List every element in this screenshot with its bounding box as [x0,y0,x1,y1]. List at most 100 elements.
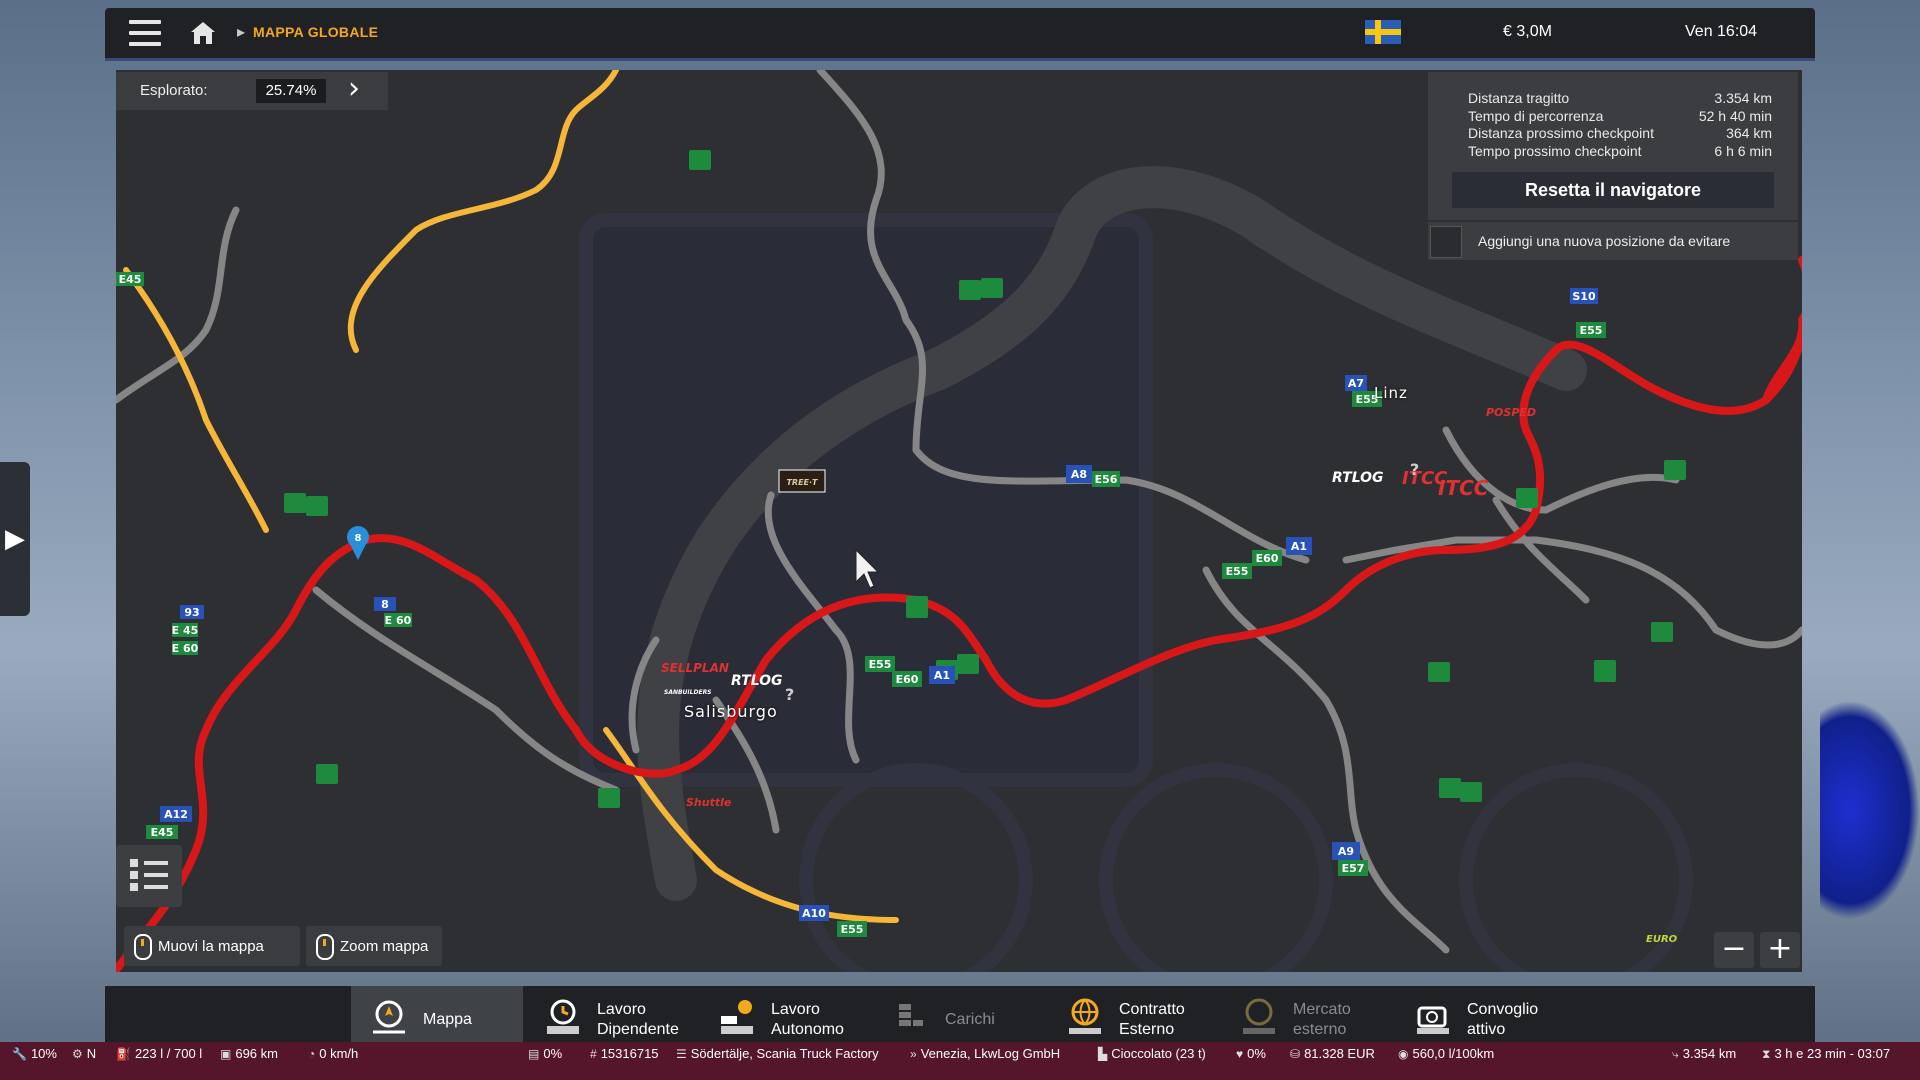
avoid-position-checkbox[interactable] [1430,226,1462,258]
factory-icon: ☰ [676,1047,687,1061]
road-sign-label: E55 [869,658,892,671]
menu-icon[interactable] [129,20,161,46]
explored-progress: Esplorato: 25.74% › [116,72,388,110]
tab-label: Lavoro Autonomo [771,1001,844,1038]
mouse-icon [134,934,152,960]
tab-external-market[interactable]: Mercato esterno [1221,986,1393,1042]
road-sign-label: A8 [1071,468,1087,481]
road-sign-label: E56 [1095,473,1118,486]
tab-employee-job[interactable]: Lavoro Dipendente [525,986,697,1042]
tab-cargo[interactable]: Carichi [873,986,1045,1042]
reset-navigator-button[interactable]: Resetta il navigatore [1452,172,1774,208]
mouse-icon [316,934,334,960]
tab-external-contract[interactable]: Contratto Esterno [1047,986,1219,1042]
background-truck [1820,700,1920,920]
tab-map[interactable]: Mappa [351,986,523,1042]
tab-freelance-job[interactable]: Lavoro Autonomo [699,986,871,1042]
heading: ⚙ N [72,1046,97,1061]
avoid-position-row[interactable]: Aggiungi una nuova posizione da evitare [1428,222,1798,260]
route-row: Distanza prossimo checkpoint 364 km [1468,125,1772,141]
company-logo-tree: TREE·T [786,478,818,487]
zoom-out-button[interactable]: − [1714,932,1754,968]
home-icon[interactable] [189,20,217,46]
double-chevron-icon: » [910,1047,917,1061]
road-sign-label: 93 [184,606,199,619]
wrench-icon: 🔧 [12,1047,27,1061]
route-row-value: 52 h 40 min [1698,108,1772,124]
route-row-value: 6 h 6 min [1714,143,1772,159]
route-row: Distanza tragitto 3.354 km [1468,90,1772,106]
road-sign-label: E60 [1256,552,1279,565]
world-map[interactable]: E45 93 E 45 E 60 A12 E45 8 E 60 A8 E56 E… [116,70,1802,972]
income: ⛁ 81.328 EUR [1290,1046,1375,1061]
zoom-map-hint-label: Zoom mappa [340,938,429,955]
route-row: Tempo di percorrenza 52 h 40 min [1468,108,1772,124]
road-sign-label: A1 [1291,540,1307,553]
truck-damage: 🔧 10% [12,1046,57,1061]
route-info-panel: Distanza tragitto 3.354 km Tempo di perc… [1428,72,1798,220]
map-legend-button[interactable] [116,845,182,907]
city-label-linz: Linz [1374,384,1408,402]
explored-label: Esplorato: [140,82,208,99]
hourglass-icon: ⧗ [1762,1047,1771,1061]
road-sign-label: E 60 [385,614,412,627]
road-sign-label: 8 [381,598,389,611]
gear-icon: ⚙ [72,1047,83,1061]
company-logo-sellplan: SELLPLAN [661,661,729,675]
tab-label: Contratto Esterno [1119,1001,1185,1038]
globe-icon [1243,998,1275,1034]
svg-text:?: ? [785,685,794,704]
road-sign-label: A9 [1338,845,1354,858]
route-row-value: 364 km [1726,125,1772,141]
speedometer-icon: ◔ [308,1047,316,1061]
route-row: Tempo prossimo checkpoint 6 h 6 min [1468,143,1772,159]
road-sign-label: A10 [802,907,826,920]
consumption-icon: ◉ [1398,1047,1409,1061]
road-sign-label: A7 [1348,377,1364,390]
sweden-flag-icon [1365,20,1401,44]
map-pin-label: 8 [355,533,362,544]
svg-text:?: ? [1410,460,1419,479]
company-logo-eurogoodies: EURO [1646,934,1678,945]
tab-label: Lavoro Dipendente [597,1001,679,1038]
side-panel-toggle[interactable]: ▶ [0,462,30,616]
fuel-icon: ⛽ [116,1047,131,1061]
job-origin: ☰ Södertälje, Scania Truck Factory [676,1046,879,1061]
chevron-right-icon[interactable]: › [348,74,360,104]
road-sign-label: E45 [119,273,142,286]
road-sign-label: E45 [151,826,174,839]
company-logo-rtlog: RTLOG [1332,470,1384,486]
road-sign-label: E 60 [172,642,199,655]
top-bar: ▸ MAPPA GLOBALE € 3,0M Ven 16:04 [105,8,1815,61]
hash-icon: # [590,1047,597,1061]
road-sign-label: S10 [1572,290,1596,303]
job-destination: » Venezia, LkwLog GmbH [910,1046,1061,1061]
company-logo-sanbuilders: SANBUILDERS [664,689,712,696]
road-sign-label: A1 [934,669,950,682]
route-icon: ⤷ [1672,1047,1679,1061]
route-row-label: Distanza prossimo checkpoint [1468,125,1654,141]
company-logo-shuttle: Shuttle [686,796,732,809]
tab-label: Convoglio attivo [1467,1001,1539,1038]
zoom-map-hint: Zoom mappa [306,926,442,966]
range-icon: ▣ [220,1047,232,1061]
road-sign-label: E55 [1226,565,1249,578]
company-logo-posped: POSPED [1486,406,1536,419]
heart-icon: ♥ [1236,1047,1244,1061]
tab-label: Carichi [945,1011,995,1028]
route-row-label: Tempo prossimo checkpoint [1468,143,1642,159]
zoom-in-button[interactable]: + [1760,932,1800,968]
avoid-position-label: Aggiungi una nuova posizione da evitare [1478,233,1731,249]
move-map-hint-label: Muovi la mappa [158,938,264,955]
route-row-value: 3.354 km [1714,90,1772,106]
cargo-stack-icon [899,1004,923,1026]
road-sign-label: E57 [1342,862,1365,875]
status-bar: 🔧 10% ⚙ N ⛽ 223 l / 700 l ▣ 696 km ◔ 0 km/h ▤… [0,1042,1920,1080]
cargo-damage: ♥ 0% [1236,1046,1266,1061]
fuel-level: ⛽ 223 l / 700 l [116,1046,203,1061]
road-sign-label: E 45 [172,624,199,637]
tab-active-convoy[interactable]: Convoglio attivo [1395,986,1567,1042]
move-map-hint: Muovi la mappa [124,926,300,966]
tab-label: Mercato esterno [1293,1001,1351,1038]
globe-icon [1069,998,1101,1034]
